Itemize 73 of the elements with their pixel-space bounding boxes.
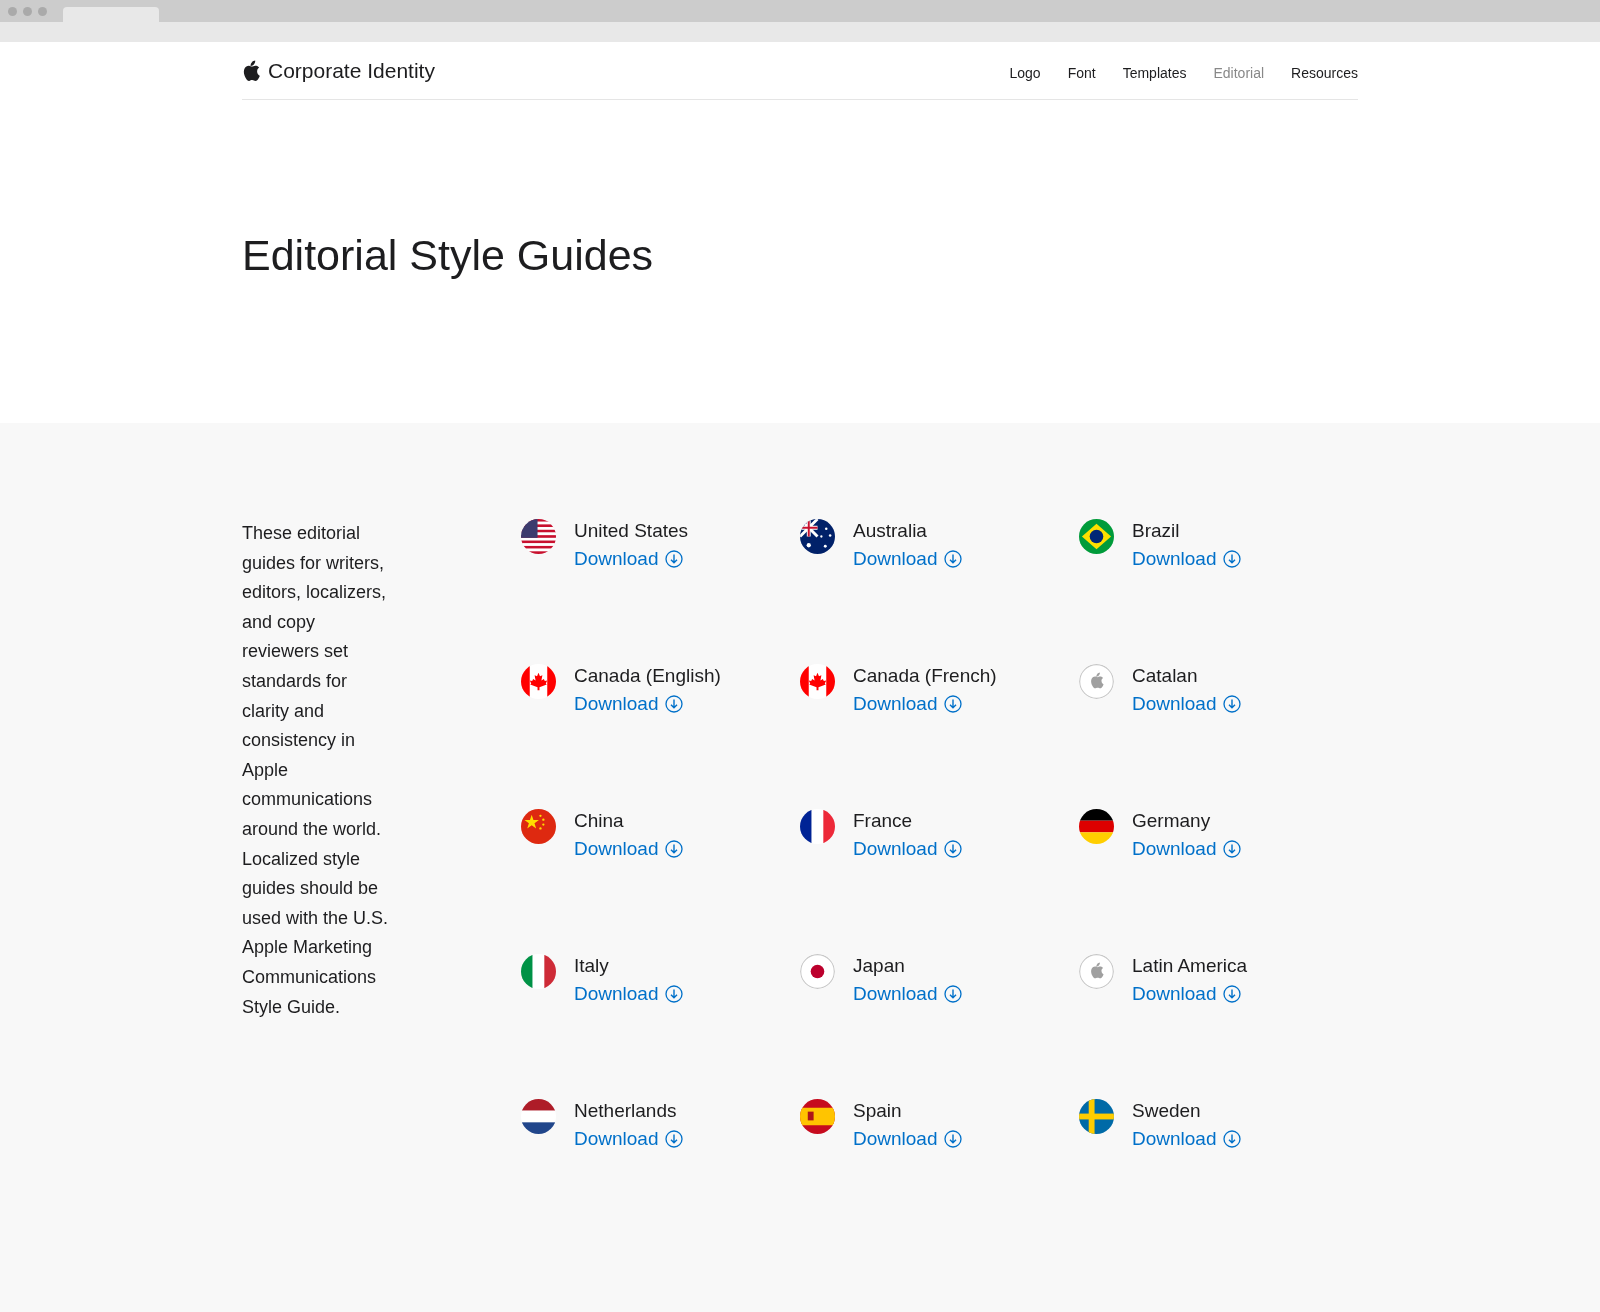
download-icon (943, 695, 962, 713)
download-icon (943, 550, 962, 568)
download-icon (664, 840, 683, 858)
download-link[interactable]: Download (574, 548, 689, 570)
flag-icon (1079, 809, 1114, 844)
nav-link[interactable]: Editorial (1213, 64, 1265, 81)
flag-icon (800, 1099, 835, 1134)
download-link[interactable]: Download (1132, 693, 1241, 715)
flag-icon (800, 809, 835, 844)
flag-icon (800, 519, 835, 554)
intro-paragraph: These editorial guides for writers, editors, localizers, and copy reviewers set standards for clarity and consistency in Apple communications around the world. Localized style guides should be used with the U.S. Apple Marketing Communications Style Guide. (242, 522, 390, 1019)
download-link[interactable]: Download (1132, 983, 1248, 1005)
flag-icon (1079, 1099, 1114, 1134)
country-name: Spain (853, 1100, 903, 1122)
download-link[interactable]: Download (1132, 1128, 1241, 1150)
nav-link[interactable]: Font (1067, 64, 1096, 81)
download-link[interactable]: Download (853, 983, 962, 1005)
country-name: Latin America (1132, 955, 1248, 977)
nav-link[interactable]: Templates (1122, 64, 1187, 81)
download-icon (664, 1130, 683, 1148)
flag-icon (1079, 954, 1114, 989)
country-name: Italy (574, 955, 610, 977)
country-name: Canada (English) (574, 665, 721, 687)
download-icon (1222, 840, 1241, 858)
download-link[interactable]: Download (853, 838, 962, 860)
browser-tab[interactable] (63, 7, 159, 22)
country-name: Brazil (1132, 520, 1181, 542)
flag-icon (521, 1099, 556, 1134)
country-name: Germany (1132, 810, 1212, 832)
download-icon (664, 985, 683, 1003)
country-name: Japan (853, 955, 906, 977)
flag-icon (1079, 664, 1114, 699)
nav-link[interactable]: Logo (1009, 64, 1041, 81)
download-link[interactable]: Download (1132, 548, 1241, 570)
window-dot[interactable] (23, 6, 32, 16)
country-name: Australia (853, 520, 928, 542)
download-icon (1222, 1130, 1241, 1148)
download-icon (943, 1130, 962, 1148)
country-name: Canada (French) (853, 665, 997, 687)
country-name: China (574, 810, 625, 832)
window-dot[interactable] (38, 6, 47, 16)
download-link[interactable]: Download (853, 693, 997, 715)
download-icon (1222, 550, 1241, 568)
site-title[interactable]: Corporate Identity (268, 58, 435, 83)
window-dot[interactable] (8, 6, 17, 16)
country-name: Catalan (1132, 665, 1199, 687)
page-heading: Editorial Style Guides (242, 231, 654, 281)
flag-icon (800, 664, 835, 699)
flag-icon (521, 664, 556, 699)
flag-icon (1079, 519, 1114, 554)
download-link[interactable]: Download (853, 1128, 962, 1150)
download-icon (943, 840, 962, 858)
download-icon (664, 695, 683, 713)
country-name: France (853, 810, 914, 832)
apple-logo-icon[interactable] (242, 59, 262, 82)
country-name: Netherlands (574, 1100, 678, 1122)
download-link[interactable]: Download (574, 693, 721, 715)
flag-icon (800, 954, 835, 989)
download-link[interactable]: Download (574, 1128, 683, 1150)
download-link[interactable]: Download (1132, 838, 1241, 860)
download-icon (1222, 985, 1241, 1003)
country-name: United States (574, 520, 689, 542)
download-icon (943, 985, 962, 1003)
flag-icon (521, 519, 556, 554)
flag-icon (521, 954, 556, 989)
download-link[interactable]: Download (574, 838, 683, 860)
download-icon (664, 550, 683, 568)
download-icon (1222, 695, 1241, 713)
download-link[interactable]: Download (853, 548, 962, 570)
country-name: Sweden (1132, 1100, 1202, 1122)
download-link[interactable]: Download (574, 983, 683, 1005)
nav-link[interactable]: Resources (1291, 64, 1358, 81)
flag-icon (521, 809, 556, 844)
